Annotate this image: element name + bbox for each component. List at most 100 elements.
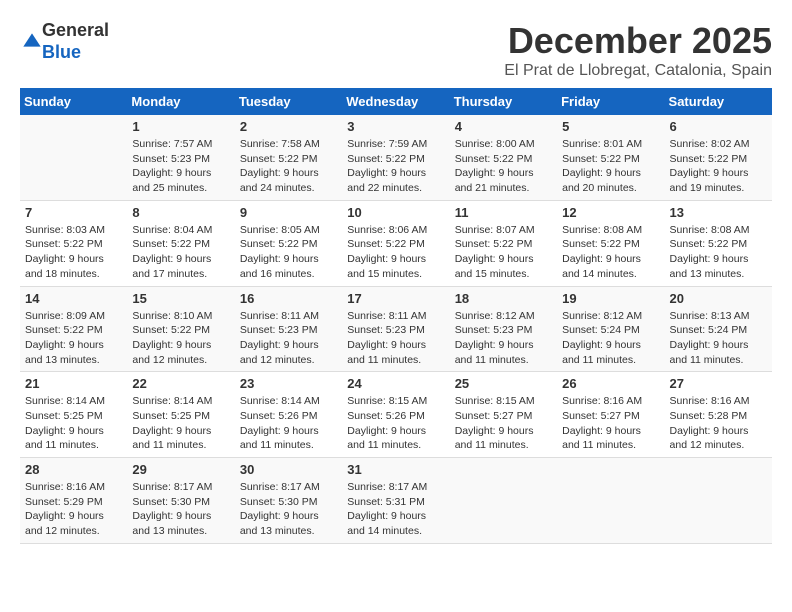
day-info: Sunrise: 8:10 AMSunset: 5:22 PMDaylight:… xyxy=(132,309,229,368)
day-number: 14 xyxy=(25,291,122,306)
day-number: 12 xyxy=(562,205,659,220)
calendar-cell: 9 Sunrise: 8:05 AMSunset: 5:22 PMDaylight… xyxy=(235,200,342,286)
calendar-cell xyxy=(665,458,772,544)
day-number: 17 xyxy=(347,291,444,306)
calendar-cell: 23Sunrise: 8:14 AMSunset: 5:26 PMDayligh… xyxy=(235,372,342,458)
calendar-week-row: 1Sunrise: 7:57 AMSunset: 5:23 PMDaylight… xyxy=(20,115,772,200)
day-number: 28 xyxy=(25,462,122,477)
day-number: 20 xyxy=(670,291,767,306)
calendar-cell: 27 Sunrise: 8:16 AMSunset: 5:28 PMDayligh… xyxy=(665,372,772,458)
calendar-week-row: 28 Sunrise: 8:16 AMSunset: 5:29 PMDayligh… xyxy=(20,458,772,544)
day-info: Sunrise: 8:07 AMSunset: 5:22 PMDaylight:… xyxy=(455,223,552,282)
calendar-table: SundayMondayTuesdayWednesdayThursdayFrid… xyxy=(20,88,772,544)
day-number: 8 xyxy=(132,205,229,220)
day-number: 5 xyxy=(562,119,659,134)
calendar-cell: 19Sunrise: 8:12 AMSunset: 5:24 PMDayligh… xyxy=(557,286,664,372)
day-info: Sunrise: 8:13 AMSunset: 5:24 PMDaylight:… xyxy=(670,309,767,368)
calendar-cell: 8 Sunrise: 8:04 AMSunset: 5:22 PMDaylight… xyxy=(127,200,234,286)
calendar-week-row: 21Sunrise: 8:14 AMSunset: 5:25 PMDayligh… xyxy=(20,372,772,458)
calendar-cell: 6 Sunrise: 8:02 AMSunset: 5:22 PMDaylight… xyxy=(665,115,772,200)
calendar-cell: 21Sunrise: 8:14 AMSunset: 5:25 PMDayligh… xyxy=(20,372,127,458)
day-info: Sunrise: 8:14 AMSunset: 5:25 PMDaylight:… xyxy=(132,394,229,453)
col-header-friday: Friday xyxy=(557,88,664,115)
day-info: Sunrise: 8:02 AMSunset: 5:22 PMDaylight:… xyxy=(670,137,767,196)
calendar-cell: 28 Sunrise: 8:16 AMSunset: 5:29 PMDayligh… xyxy=(20,458,127,544)
day-number: 16 xyxy=(240,291,337,306)
calendar-cell: 12 Sunrise: 8:08 AMSunset: 5:22 PMDayligh… xyxy=(557,200,664,286)
day-number: 23 xyxy=(240,376,337,391)
day-info: Sunrise: 8:06 AMSunset: 5:22 PMDaylight:… xyxy=(347,223,444,282)
col-header-monday: Monday xyxy=(127,88,234,115)
calendar-cell: 24Sunrise: 8:15 AMSunset: 5:26 PMDayligh… xyxy=(342,372,449,458)
day-number: 30 xyxy=(240,462,337,477)
day-info: Sunrise: 7:58 AMSunset: 5:22 PMDaylight:… xyxy=(240,137,337,196)
logo: General Blue xyxy=(20,20,109,63)
title-block: December 2025 El Prat de Llobregat, Cata… xyxy=(504,20,772,80)
calendar-cell: 26Sunrise: 8:16 AMSunset: 5:27 PMDayligh… xyxy=(557,372,664,458)
day-info: Sunrise: 8:12 AMSunset: 5:23 PMDaylight:… xyxy=(455,309,552,368)
day-number: 24 xyxy=(347,376,444,391)
calendar-cell: 13 Sunrise: 8:08 AMSunset: 5:22 PMDayligh… xyxy=(665,200,772,286)
calendar-cell: 29 Sunrise: 8:17 AMSunset: 5:30 PMDayligh… xyxy=(127,458,234,544)
day-number: 22 xyxy=(132,376,229,391)
calendar-cell: 31 Sunrise: 8:17 AMSunset: 5:31 PMDayligh… xyxy=(342,458,449,544)
col-header-saturday: Saturday xyxy=(665,88,772,115)
calendar-body: 1Sunrise: 7:57 AMSunset: 5:23 PMDaylight… xyxy=(20,115,772,543)
calendar-cell: 25Sunrise: 8:15 AMSunset: 5:27 PMDayligh… xyxy=(450,372,557,458)
logo-text: General Blue xyxy=(42,20,109,63)
day-info: Sunrise: 8:17 AMSunset: 5:30 PMDaylight:… xyxy=(132,480,229,539)
calendar-cell: 14Sunrise: 8:09 AMSunset: 5:22 PMDayligh… xyxy=(20,286,127,372)
day-info: Sunrise: 8:16 AMSunset: 5:29 PMDaylight:… xyxy=(25,480,122,539)
day-info: Sunrise: 8:08 AMSunset: 5:22 PMDaylight:… xyxy=(562,223,659,282)
day-info: Sunrise: 7:57 AMSunset: 5:23 PMDaylight:… xyxy=(132,137,229,196)
day-info: Sunrise: 8:11 AMSunset: 5:23 PMDaylight:… xyxy=(347,309,444,368)
calendar-week-row: 14Sunrise: 8:09 AMSunset: 5:22 PMDayligh… xyxy=(20,286,772,372)
location-title: El Prat de Llobregat, Catalonia, Spain xyxy=(504,62,772,80)
col-header-thursday: Thursday xyxy=(450,88,557,115)
calendar-header-row: SundayMondayTuesdayWednesdayThursdayFrid… xyxy=(20,88,772,115)
day-number: 7 xyxy=(25,205,122,220)
calendar-cell: 5 Sunrise: 8:01 AMSunset: 5:22 PMDaylight… xyxy=(557,115,664,200)
day-info: Sunrise: 8:04 AMSunset: 5:22 PMDaylight:… xyxy=(132,223,229,282)
col-header-sunday: Sunday xyxy=(20,88,127,115)
calendar-cell: 11 Sunrise: 8:07 AMSunset: 5:22 PMDayligh… xyxy=(450,200,557,286)
day-info: Sunrise: 8:14 AMSunset: 5:25 PMDaylight:… xyxy=(25,394,122,453)
day-info: Sunrise: 8:01 AMSunset: 5:22 PMDaylight:… xyxy=(562,137,659,196)
day-info: Sunrise: 7:59 AMSunset: 5:22 PMDaylight:… xyxy=(347,137,444,196)
day-number: 11 xyxy=(455,205,552,220)
day-number: 13 xyxy=(670,205,767,220)
calendar-cell: 3 Sunrise: 7:59 AMSunset: 5:22 PMDaylight… xyxy=(342,115,449,200)
day-info: Sunrise: 8:17 AMSunset: 5:31 PMDaylight:… xyxy=(347,480,444,539)
calendar-cell: 30Sunrise: 8:17 AMSunset: 5:30 PMDayligh… xyxy=(235,458,342,544)
day-info: Sunrise: 8:16 AMSunset: 5:27 PMDaylight:… xyxy=(562,394,659,453)
calendar-cell: 18Sunrise: 8:12 AMSunset: 5:23 PMDayligh… xyxy=(450,286,557,372)
calendar-cell: 20 Sunrise: 8:13 AMSunset: 5:24 PMDayligh… xyxy=(665,286,772,372)
calendar-cell: 4 Sunrise: 8:00 AMSunset: 5:22 PMDaylight… xyxy=(450,115,557,200)
logo-blue: Blue xyxy=(42,42,81,62)
calendar-cell: 1Sunrise: 7:57 AMSunset: 5:23 PMDaylight… xyxy=(127,115,234,200)
month-title: December 2025 xyxy=(504,20,772,62)
day-number: 25 xyxy=(455,376,552,391)
day-info: Sunrise: 8:08 AMSunset: 5:22 PMDaylight:… xyxy=(670,223,767,282)
day-number: 3 xyxy=(347,119,444,134)
col-header-tuesday: Tuesday xyxy=(235,88,342,115)
calendar-cell: 17 Sunrise: 8:11 AMSunset: 5:23 PMDayligh… xyxy=(342,286,449,372)
day-number: 6 xyxy=(670,119,767,134)
day-number: 27 xyxy=(670,376,767,391)
day-number: 31 xyxy=(347,462,444,477)
calendar-cell: 7 Sunrise: 8:03 AMSunset: 5:22 PMDaylight… xyxy=(20,200,127,286)
day-info: Sunrise: 8:00 AMSunset: 5:22 PMDaylight:… xyxy=(455,137,552,196)
day-info: Sunrise: 8:03 AMSunset: 5:22 PMDaylight:… xyxy=(25,223,122,282)
day-number: 29 xyxy=(132,462,229,477)
calendar-cell: 2Sunrise: 7:58 AMSunset: 5:22 PMDaylight… xyxy=(235,115,342,200)
day-info: Sunrise: 8:05 AMSunset: 5:22 PMDaylight:… xyxy=(240,223,337,282)
page-header: General Blue December 2025 El Prat de Ll… xyxy=(20,20,772,80)
day-number: 9 xyxy=(240,205,337,220)
calendar-cell: 22 Sunrise: 8:14 AMSunset: 5:25 PMDayligh… xyxy=(127,372,234,458)
day-info: Sunrise: 8:16 AMSunset: 5:28 PMDaylight:… xyxy=(670,394,767,453)
day-number: 19 xyxy=(562,291,659,306)
day-number: 15 xyxy=(132,291,229,306)
day-number: 4 xyxy=(455,119,552,134)
calendar-cell xyxy=(20,115,127,200)
calendar-cell: 16Sunrise: 8:11 AMSunset: 5:23 PMDayligh… xyxy=(235,286,342,372)
